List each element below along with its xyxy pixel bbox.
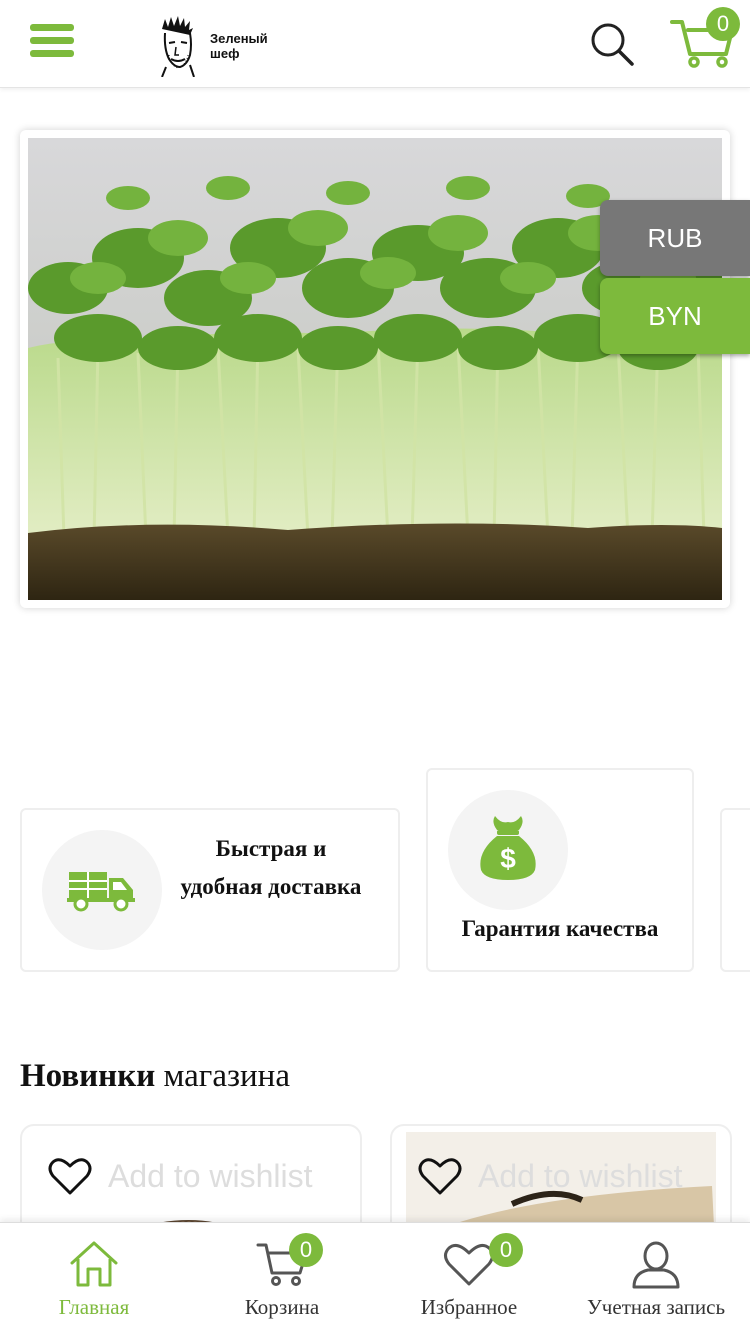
logo-line-1: Зеленый xyxy=(210,31,268,46)
add-to-wishlist-button[interactable]: Add to wishlist xyxy=(418,1156,683,1196)
nav-label: Главная xyxy=(58,1295,130,1319)
delivery-truck-icon xyxy=(67,872,135,912)
feature-line-2: удобная доставка xyxy=(180,874,362,899)
feature-card-delivery: Быстрая и удобная доставка xyxy=(20,808,400,972)
chef-face-logo-icon xyxy=(161,16,195,77)
bottom-navigation: Главная 0 Корзина 0 Избранное Учетная за… xyxy=(0,1222,750,1334)
feature-card-quality: $ Гарантия качества xyxy=(426,768,694,972)
heart-icon xyxy=(48,1158,92,1195)
hamburger-menu-button[interactable] xyxy=(30,24,74,62)
nav-item-cart[interactable]: 0 Корзина xyxy=(188,1223,376,1334)
feature-line-1: Быстрая и xyxy=(215,836,327,861)
section-title-rest: магазина xyxy=(155,1058,290,1094)
home-icon xyxy=(70,1241,118,1287)
hamburger-line xyxy=(30,37,74,44)
search-button[interactable] xyxy=(588,20,636,68)
hamburger-line xyxy=(30,24,74,31)
nav-label: Учетная запись xyxy=(586,1295,726,1319)
add-to-wishlist-button[interactable]: Add to wishlist xyxy=(48,1156,313,1196)
nav-label: Корзина xyxy=(244,1295,320,1319)
favorites-badge: 0 xyxy=(489,1233,523,1267)
search-icon xyxy=(591,23,634,66)
currency-byn-button[interactable]: BYN xyxy=(600,278,750,354)
hamburger-line xyxy=(30,50,74,57)
svg-text:$: $ xyxy=(500,843,516,874)
top-header: Зеленый шеф 0 xyxy=(0,0,750,88)
feature-card-partial xyxy=(720,808,750,972)
brand-logo[interactable]: Зеленый шеф xyxy=(156,14,286,78)
feature-line-1: Гарантия качества xyxy=(461,916,659,941)
header-cart-button[interactable]: 0 xyxy=(668,7,744,74)
section-title-bold: Новинки xyxy=(20,1058,156,1094)
nav-label: Избранное xyxy=(420,1295,518,1319)
logo-line-2: шеф xyxy=(210,46,240,61)
cart-badge: 0 xyxy=(289,1233,323,1267)
heart-icon xyxy=(418,1158,462,1195)
logo-text: Зеленый шеф xyxy=(210,31,280,61)
feature-icon-circle: $ xyxy=(448,790,568,910)
feature-text: Быстрая и удобная доставка xyxy=(166,830,376,906)
user-icon xyxy=(632,1241,680,1289)
section-title: Новинки магазина xyxy=(20,1058,290,1095)
heart-icon xyxy=(444,1243,494,1286)
wishlist-label: Add to wishlist xyxy=(108,1157,313,1194)
nav-item-home[interactable]: Главная xyxy=(0,1223,188,1334)
nav-item-favorites[interactable]: 0 Избранное xyxy=(376,1223,562,1334)
cart-count-badge: 0 xyxy=(706,7,740,41)
currency-rub-button[interactable]: RUB xyxy=(600,200,750,276)
nav-item-account[interactable]: Учетная запись xyxy=(562,1223,750,1334)
feature-text: Гарантия качества xyxy=(428,910,692,948)
feature-icon-circle xyxy=(42,830,162,950)
wishlist-label: Add to wishlist xyxy=(478,1157,683,1194)
money-bag-icon: $ xyxy=(480,816,536,880)
